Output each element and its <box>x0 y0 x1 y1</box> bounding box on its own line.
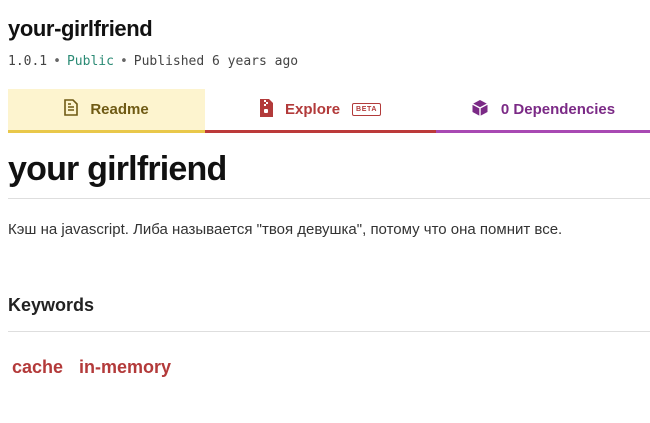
keyword-cache[interactable]: cache <box>12 357 63 378</box>
tab-dependencies[interactable]: 0 Dependencies <box>436 89 650 133</box>
tab-readme-label: Readme <box>90 101 149 118</box>
file-text-icon <box>64 99 90 120</box>
readme-description: Кэш на javascript. Либа называется "твоя… <box>8 221 563 238</box>
divider <box>8 198 650 199</box>
keywords-list: cache in-memory <box>12 357 171 378</box>
package-version: 1.0.1 <box>8 54 48 69</box>
package-tabs: Readme Explore BETA 0 Dependencies <box>8 89 650 133</box>
beta-badge: BETA <box>352 103 381 116</box>
tab-explore-label: Explore <box>285 101 341 118</box>
package-visibility: Public <box>66 54 114 69</box>
readme-title: your girlfriend <box>8 150 227 188</box>
tab-explore[interactable]: Explore BETA <box>205 89 436 133</box>
tab-readme[interactable]: Readme <box>8 89 205 133</box>
box-icon <box>471 99 501 121</box>
keyword-in-memory[interactable]: in-memory <box>79 357 171 378</box>
package-meta: 1.0.1 • Public • Published 6 years ago <box>8 54 298 69</box>
divider <box>8 331 650 332</box>
separator-dot: • <box>119 54 128 69</box>
file-zip-icon <box>260 98 285 121</box>
package-name: your-girlfriend <box>8 16 153 41</box>
keywords-heading: Keywords <box>8 295 95 315</box>
tab-dependencies-label: 0 Dependencies <box>500 101 616 118</box>
package-published: Published 6 years ago <box>133 54 299 69</box>
separator-dot: • <box>53 54 61 69</box>
